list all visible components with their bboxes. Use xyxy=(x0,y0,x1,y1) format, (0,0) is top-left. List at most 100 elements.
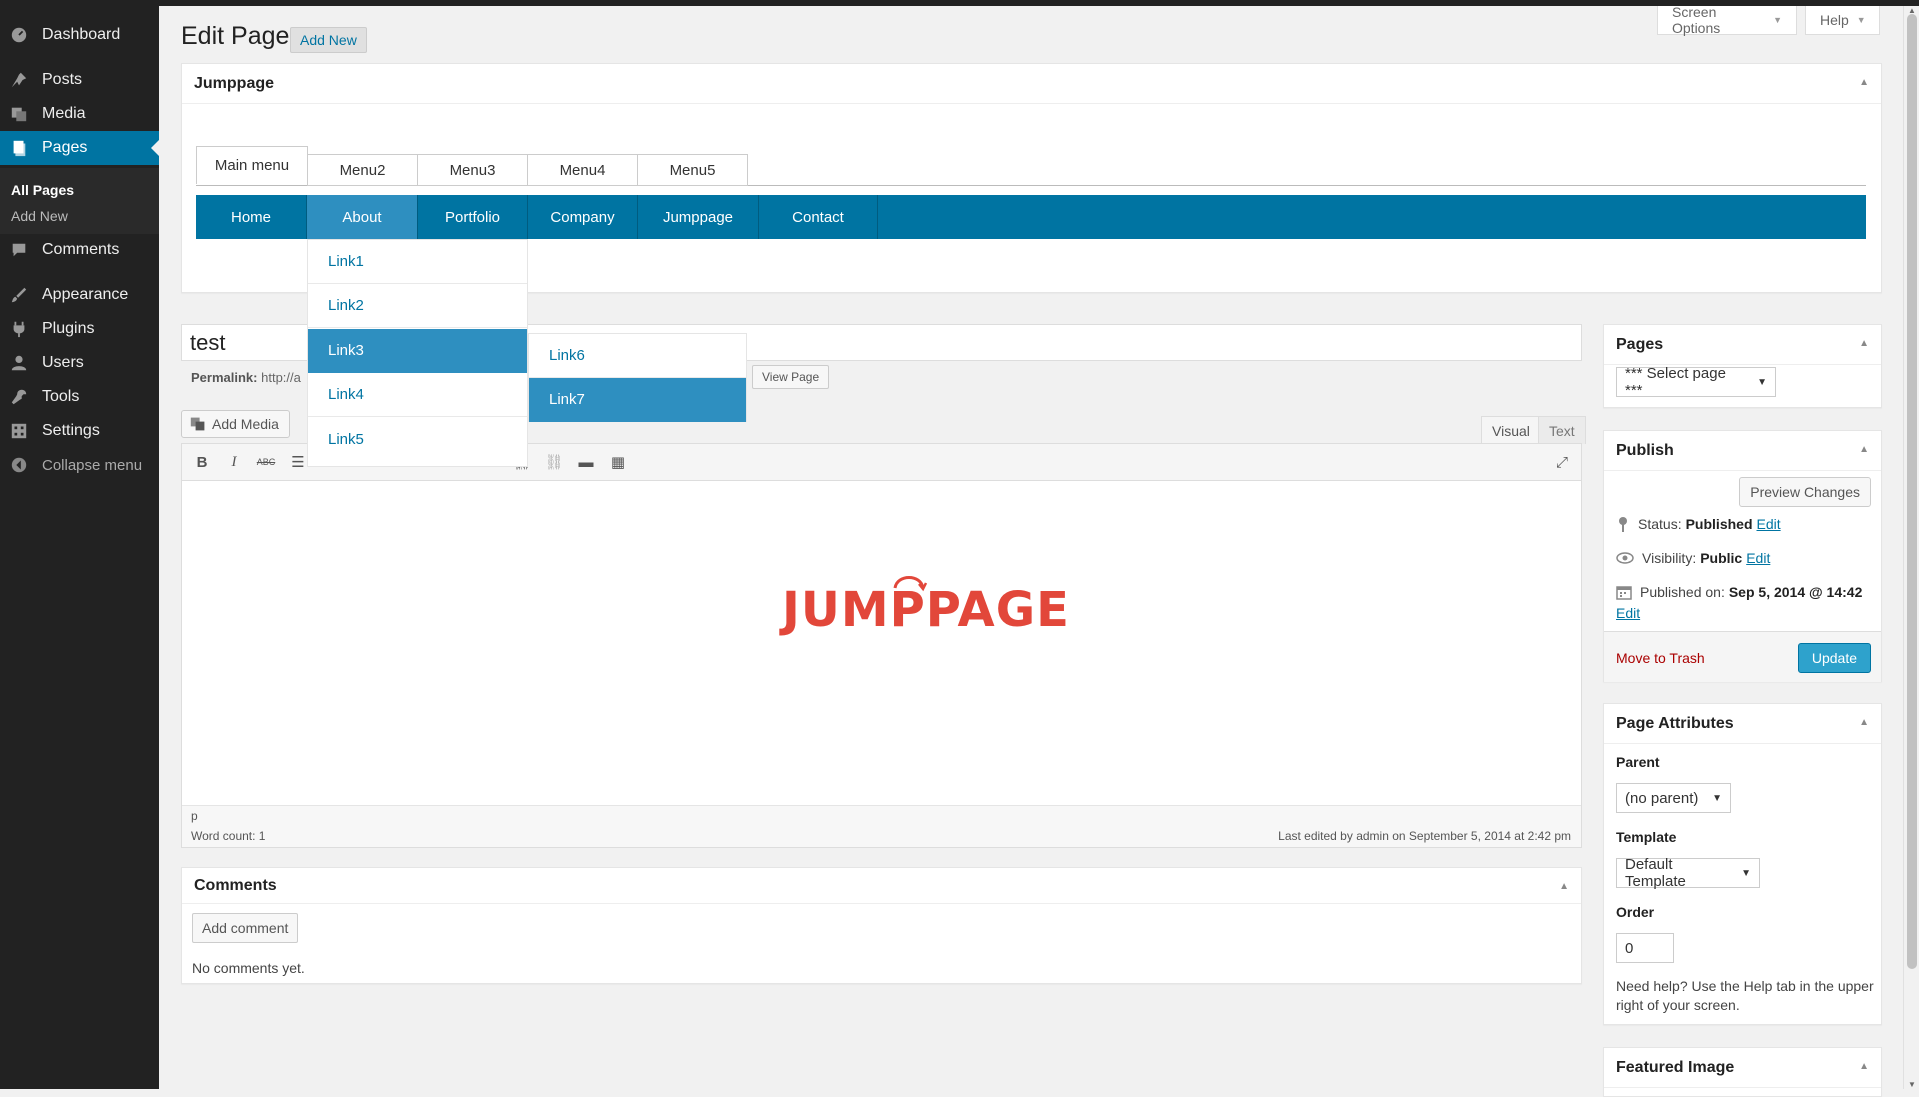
order-input[interactable]: 0 xyxy=(1616,933,1674,963)
jumppage-logo: JUMPPAGE xyxy=(782,576,1070,638)
collapse-arrow-icon[interactable]: ▲ xyxy=(1859,338,1869,349)
dropdown-item-link1[interactable]: Link1 xyxy=(308,240,527,284)
kitchen-sink-icon[interactable]: ▦ xyxy=(608,452,628,472)
editor-path: p xyxy=(191,809,198,823)
dropdown-item-label: Link1 xyxy=(328,253,364,270)
menu-tab-4[interactable]: Menu4 xyxy=(527,154,638,186)
menu-tab-5[interactable]: Menu5 xyxy=(637,154,748,186)
scroll-up-arrow-icon[interactable]: ▲ xyxy=(1908,6,1916,15)
collapse-arrow-icon[interactable]: ▲ xyxy=(1859,77,1869,88)
post-title-value: test xyxy=(190,329,226,355)
sidebar-item-comments[interactable]: Comments xyxy=(0,233,159,267)
template-select[interactable]: Default Template ▼ xyxy=(1616,856,1760,890)
nav-item-contact[interactable]: Contact xyxy=(759,195,878,239)
menu-tab-3[interactable]: Menu3 xyxy=(417,154,528,186)
dropdown-item-label: Link4 xyxy=(328,386,364,403)
sidebar-item-pages[interactable]: Pages xyxy=(0,131,159,165)
update-button[interactable]: Update xyxy=(1797,643,1871,673)
collapse-arrow-icon[interactable]: ▲ xyxy=(1859,1061,1869,1072)
nav-item-label: Company xyxy=(550,208,615,226)
more-tag-icon[interactable]: ▬ xyxy=(576,452,596,472)
dropdown-item-link2[interactable]: Link2 xyxy=(308,284,527,328)
sidebar-item-posts[interactable]: Posts xyxy=(0,63,159,97)
status-value: Published xyxy=(1685,516,1753,532)
dashboard-icon xyxy=(8,24,30,46)
add-media-button[interactable]: Add Media xyxy=(181,410,290,438)
scroll-down-arrow-icon[interactable]: ▼ xyxy=(1908,1080,1916,1089)
collapse-arrow-icon[interactable]: ▲ xyxy=(1859,444,1869,455)
view-page-button[interactable]: View Page xyxy=(752,365,830,389)
published-on-row: Published on: Sep 5, 2014 @ 14:42 xyxy=(1616,584,1862,600)
sidebar-item-users[interactable]: Users xyxy=(0,346,159,380)
publish-metabox-header[interactable]: Publish xyxy=(1604,431,1881,471)
logo-arc-icon xyxy=(893,576,928,592)
page-attributes-metabox-header[interactable]: Page Attributes xyxy=(1604,704,1881,744)
submenu-all-pages[interactable]: All Pages xyxy=(11,182,74,198)
edit-visibility-link[interactable]: Edit xyxy=(1746,550,1770,566)
tab-visual[interactable]: Visual xyxy=(1481,416,1541,444)
dropdown-item-link4[interactable]: Link4 xyxy=(308,373,527,417)
featured-image-metabox-header[interactable]: Featured Image xyxy=(1604,1048,1881,1088)
permalink-url[interactable]: http://a xyxy=(261,370,301,385)
parent-select[interactable]: (no parent) ▼ xyxy=(1616,783,1731,813)
sidebar-item-label: Settings xyxy=(42,422,100,439)
nav-item-label: About xyxy=(342,208,382,226)
page-scrollbar[interactable]: ▲ ▼ xyxy=(1903,6,1919,1089)
comments-metabox-header[interactable]: Comments xyxy=(182,868,1581,904)
screen-options-button[interactable]: Screen Options ▼ xyxy=(1657,4,1797,36)
add-comment-button[interactable]: Add comment xyxy=(192,913,299,943)
collapse-arrow-icon[interactable]: ▲ xyxy=(1859,717,1869,728)
content-editor[interactable]: B I ABC ☰ ☰ ☰ ☰ ⛓ ⛓ ▬ ▦ ⤢ JUMPPAGE p Wor… xyxy=(181,443,1582,848)
dropdown-item-label: Link7 xyxy=(549,391,585,408)
order-input-value: 0 xyxy=(1625,939,1634,957)
bold-icon[interactable]: B xyxy=(192,452,212,472)
nav-item-company[interactable]: Company xyxy=(528,195,638,239)
edit-date-link[interactable]: Edit xyxy=(1616,605,1640,621)
nav-item-label: Jumppage xyxy=(662,208,734,226)
dropdown-item-link7[interactable]: Link7 xyxy=(529,378,746,422)
media-icon xyxy=(8,103,30,125)
nav-item-label: Home xyxy=(230,208,271,226)
sidebar-item-settings[interactable]: Settings xyxy=(0,414,159,448)
menu-tab-label: Main menu xyxy=(214,157,290,174)
dropdown-item-link3[interactable]: Link3 xyxy=(308,329,527,373)
help-button[interactable]: Help ▼ xyxy=(1805,6,1880,35)
edit-status-link[interactable]: Edit xyxy=(1757,516,1781,532)
dropdown-item-link5[interactable]: Link5 xyxy=(308,417,527,461)
submenu-add-new[interactable]: Add New xyxy=(11,208,68,224)
page-select[interactable]: *** Select page *** ▼ xyxy=(1616,365,1776,399)
add-media-label: Add Media xyxy=(212,416,279,432)
sidebar-item-label: Comments xyxy=(42,241,120,258)
publish-metabox-title: Publish xyxy=(1616,441,1674,459)
tab-text[interactable]: Text xyxy=(1538,416,1586,444)
sidebar-item-media[interactable]: Media xyxy=(0,97,159,131)
pages-submenu: All Pages Add New xyxy=(0,168,159,234)
fullscreen-icon[interactable]: ⤢ xyxy=(1552,452,1572,472)
strikethrough-icon[interactable]: ABC xyxy=(256,452,276,472)
menu-tab-main[interactable]: Main menu xyxy=(196,146,308,184)
page-select-value: *** Select page *** xyxy=(1625,365,1726,399)
add-new-page-button[interactable]: Add New xyxy=(290,27,367,53)
collapse-arrow-icon[interactable]: ▲ xyxy=(1559,881,1569,892)
italic-icon[interactable]: I xyxy=(224,452,244,472)
scrollbar-thumb[interactable] xyxy=(1907,14,1917,969)
sidebar-item-plugins[interactable]: Plugins xyxy=(0,312,159,346)
jumppage-metabox-header[interactable]: Jumppage xyxy=(182,64,1881,104)
brush-icon xyxy=(8,284,30,306)
dropdown-item-link6[interactable]: Link6 xyxy=(529,334,746,378)
sidebar-item-dashboard[interactable]: Dashboard xyxy=(0,18,159,52)
move-to-trash-link[interactable]: Move to Trash xyxy=(1616,650,1705,666)
preview-changes-button[interactable]: Preview Changes xyxy=(1739,477,1871,507)
bulleted-list-icon[interactable]: ☰ xyxy=(288,452,308,472)
nav-item-jumppage[interactable]: Jumppage xyxy=(638,195,759,239)
menu-tab-2[interactable]: Menu2 xyxy=(307,154,418,186)
nav-item-portfolio[interactable]: Portfolio xyxy=(418,195,528,239)
sidebar-item-appearance[interactable]: Appearance xyxy=(0,278,159,312)
unlink-icon[interactable]: ⛓ xyxy=(544,452,564,472)
pages-metabox-header[interactable]: Pages xyxy=(1604,325,1881,365)
nav-item-about[interactable]: About xyxy=(307,195,418,239)
nav-item-home[interactable]: Home xyxy=(196,195,307,239)
sidebar-item-tools[interactable]: Tools xyxy=(0,380,159,414)
link3-subdropdown: Link6 Link7 xyxy=(528,333,747,422)
collapse-menu-button[interactable]: Collapse menu xyxy=(0,448,159,482)
